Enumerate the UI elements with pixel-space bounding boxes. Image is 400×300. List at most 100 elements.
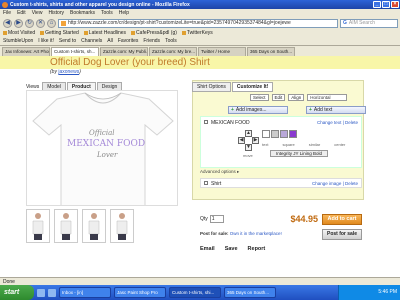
- menu-file[interactable]: File: [3, 10, 11, 16]
- taskbar-item[interactable]: 365 Days on South...: [224, 287, 276, 298]
- home-icon[interactable]: ⌂: [47, 18, 56, 28]
- bookmarks-bar: Most Visited Getting Started Latest Head…: [0, 29, 400, 37]
- layer-actions[interactable]: Change text | Delete: [317, 120, 358, 125]
- price: $44.95: [290, 214, 318, 224]
- email-link[interactable]: Email: [200, 246, 215, 252]
- toolbar-stumble[interactable]: StumbleUpon: [3, 38, 33, 44]
- layer-checkbox[interactable]: [204, 120, 208, 124]
- advanced-options-link[interactable]: Advanced options ▸: [200, 169, 239, 175]
- plus-icon: +: [309, 107, 312, 113]
- tab-customize-it[interactable]: Customize It!: [231, 82, 274, 92]
- menu-bookmarks[interactable]: Bookmarks: [70, 10, 95, 16]
- edit-dropdown[interactable]: Edit: [271, 94, 286, 101]
- toolbar-like[interactable]: I like it!: [38, 38, 54, 44]
- menu-view[interactable]: View: [32, 10, 43, 16]
- toolbar-tools[interactable]: Tools: [165, 38, 177, 44]
- product-preview[interactable]: Official MEXICAN FOOD Lover: [26, 90, 178, 206]
- close-button[interactable]: ×: [391, 1, 399, 8]
- author-link[interactable]: jaxonews: [58, 69, 79, 75]
- model-thumb-icon: [88, 213, 100, 240]
- layer-actions[interactable]: Change image | Delete: [312, 181, 358, 186]
- menu-history[interactable]: History: [48, 10, 64, 16]
- color-swatch[interactable]: [280, 130, 288, 138]
- color-swatch[interactable]: [271, 130, 279, 138]
- back-icon[interactable]: ◀: [3, 18, 12, 28]
- font-select[interactable]: Integrity JY Lining Bold: [270, 150, 328, 157]
- align-direction-select[interactable]: Horizontal: [307, 94, 348, 101]
- qty-input[interactable]: 1: [209, 215, 224, 223]
- menu-edit[interactable]: Edit: [17, 10, 26, 16]
- menu-tools[interactable]: Tools: [101, 10, 113, 16]
- add-text-button[interactable]: + Add text: [306, 106, 366, 114]
- tab-strip: Jax Infonews: Art Phon... Custom t-shirt…: [0, 46, 400, 56]
- start-button[interactable]: start: [0, 285, 34, 300]
- qty-label: Qty: [200, 216, 208, 222]
- browser-tab[interactable]: Zazzle.com: My Publi...: [100, 47, 148, 56]
- browser-tab[interactable]: Jax Infonews: Art Phon...: [2, 47, 50, 56]
- image-layer-panel: Shirt Change image | Delete: [200, 178, 362, 188]
- thumbnail[interactable]: [82, 209, 106, 243]
- add-images-button[interactable]: + Add images...: [228, 106, 288, 114]
- arrow-right-icon[interactable]: ▶: [252, 137, 259, 144]
- color-swatch[interactable]: [289, 130, 297, 138]
- product-thumbnails: [26, 209, 134, 243]
- reload-icon[interactable]: ↻: [25, 18, 34, 28]
- quick-launch-icon[interactable]: [37, 288, 45, 297]
- taskbar: start Inbox - [in] Jasc Paint Shop Pro C…: [0, 285, 400, 300]
- color-swatch[interactable]: [262, 130, 270, 138]
- arrow-left-icon[interactable]: ◀: [238, 137, 245, 144]
- maximize-button[interactable]: □: [382, 1, 390, 8]
- taskbar-item[interactable]: Inbox - [in]: [59, 287, 111, 298]
- text-style-swatches: [262, 130, 297, 138]
- taskbar-item[interactable]: Jasc Paint Shop Pro: [114, 287, 166, 298]
- layer-checkbox[interactable]: [204, 181, 208, 185]
- post-for-sale-button[interactable]: Post for sale: [322, 229, 362, 240]
- toolbar-send[interactable]: Send to: [59, 38, 76, 44]
- selection-toolbar: Select Edit Align Horizontal: [250, 94, 348, 101]
- forward-icon[interactable]: ▶: [14, 18, 23, 28]
- bookmark-item[interactable]: CafePress&pdl (g): [131, 30, 177, 36]
- search-engine-icon: G: [343, 20, 347, 26]
- window-title: Custom t-shirts, shirts and other appare…: [10, 1, 190, 8]
- browser-tab[interactable]: 365 Days on South...: [247, 47, 295, 56]
- quick-launch-icon[interactable]: [48, 288, 56, 297]
- thumbnail[interactable]: [26, 209, 50, 243]
- add-buttons: + Add images... + Add text: [228, 106, 366, 114]
- report-link[interactable]: Report: [248, 246, 266, 252]
- browser-tab-active[interactable]: Custom t-shirts, sh...: [51, 47, 99, 56]
- layer-name: Shirt: [211, 181, 222, 187]
- add-to-cart-button[interactable]: Add to cart: [322, 213, 362, 225]
- byline: (by jaxonews): [50, 69, 81, 75]
- url-bar[interactable]: http://www.zazzle.com/cr/design/pt-shirt…: [58, 18, 338, 28]
- toolbar-channels[interactable]: Channels: [81, 38, 102, 44]
- browser-tab[interactable]: Twitter / Home: [198, 47, 246, 56]
- search-placeholder: AIM Search: [348, 20, 376, 26]
- align-dropdown[interactable]: Align: [288, 94, 305, 101]
- share-actions: Email Save Report: [200, 246, 265, 252]
- navigation-bar: ◀ ▶ ↻ ✕ ⌂ http://www.zazzle.com/cr/desig…: [0, 17, 400, 29]
- tab-shirt-options[interactable]: Shirt Options: [192, 82, 231, 92]
- shirt-text-line3: Lover: [97, 151, 118, 159]
- bookmark-item[interactable]: Most Visited: [3, 30, 35, 36]
- toolbar-favorites[interactable]: Favorites: [118, 38, 139, 44]
- bookmark-item[interactable]: Getting Started: [40, 30, 79, 36]
- marketplace-link[interactable]: Own it in the marketplace!: [230, 231, 282, 236]
- bookmark-icon: [131, 30, 136, 35]
- bookmark-item[interactable]: TwitterKeys: [181, 30, 213, 36]
- taskbar-item-active[interactable]: Custom t-shirts, shi...: [169, 287, 221, 298]
- arrow-up-icon[interactable]: ▲: [245, 130, 252, 137]
- toolbar-friends[interactable]: Friends: [143, 38, 160, 44]
- menu-help[interactable]: Help: [119, 10, 129, 16]
- status-bar: Done: [0, 277, 400, 285]
- select-dropdown[interactable]: Select: [250, 94, 269, 101]
- save-link[interactable]: Save: [225, 246, 238, 252]
- stop-icon[interactable]: ✕: [36, 18, 45, 28]
- arrow-down-icon[interactable]: ▼: [245, 144, 252, 151]
- search-box[interactable]: G AIM Search: [340, 18, 398, 28]
- thumbnail[interactable]: [110, 209, 134, 243]
- minimize-button[interactable]: _: [373, 1, 381, 8]
- bookmark-item[interactable]: Latest Headlines: [83, 30, 126, 36]
- toolbar-all[interactable]: All: [107, 38, 113, 44]
- browser-tab[interactable]: Zazzle.com: My bre...: [149, 47, 197, 56]
- thumbnail[interactable]: [54, 209, 78, 243]
